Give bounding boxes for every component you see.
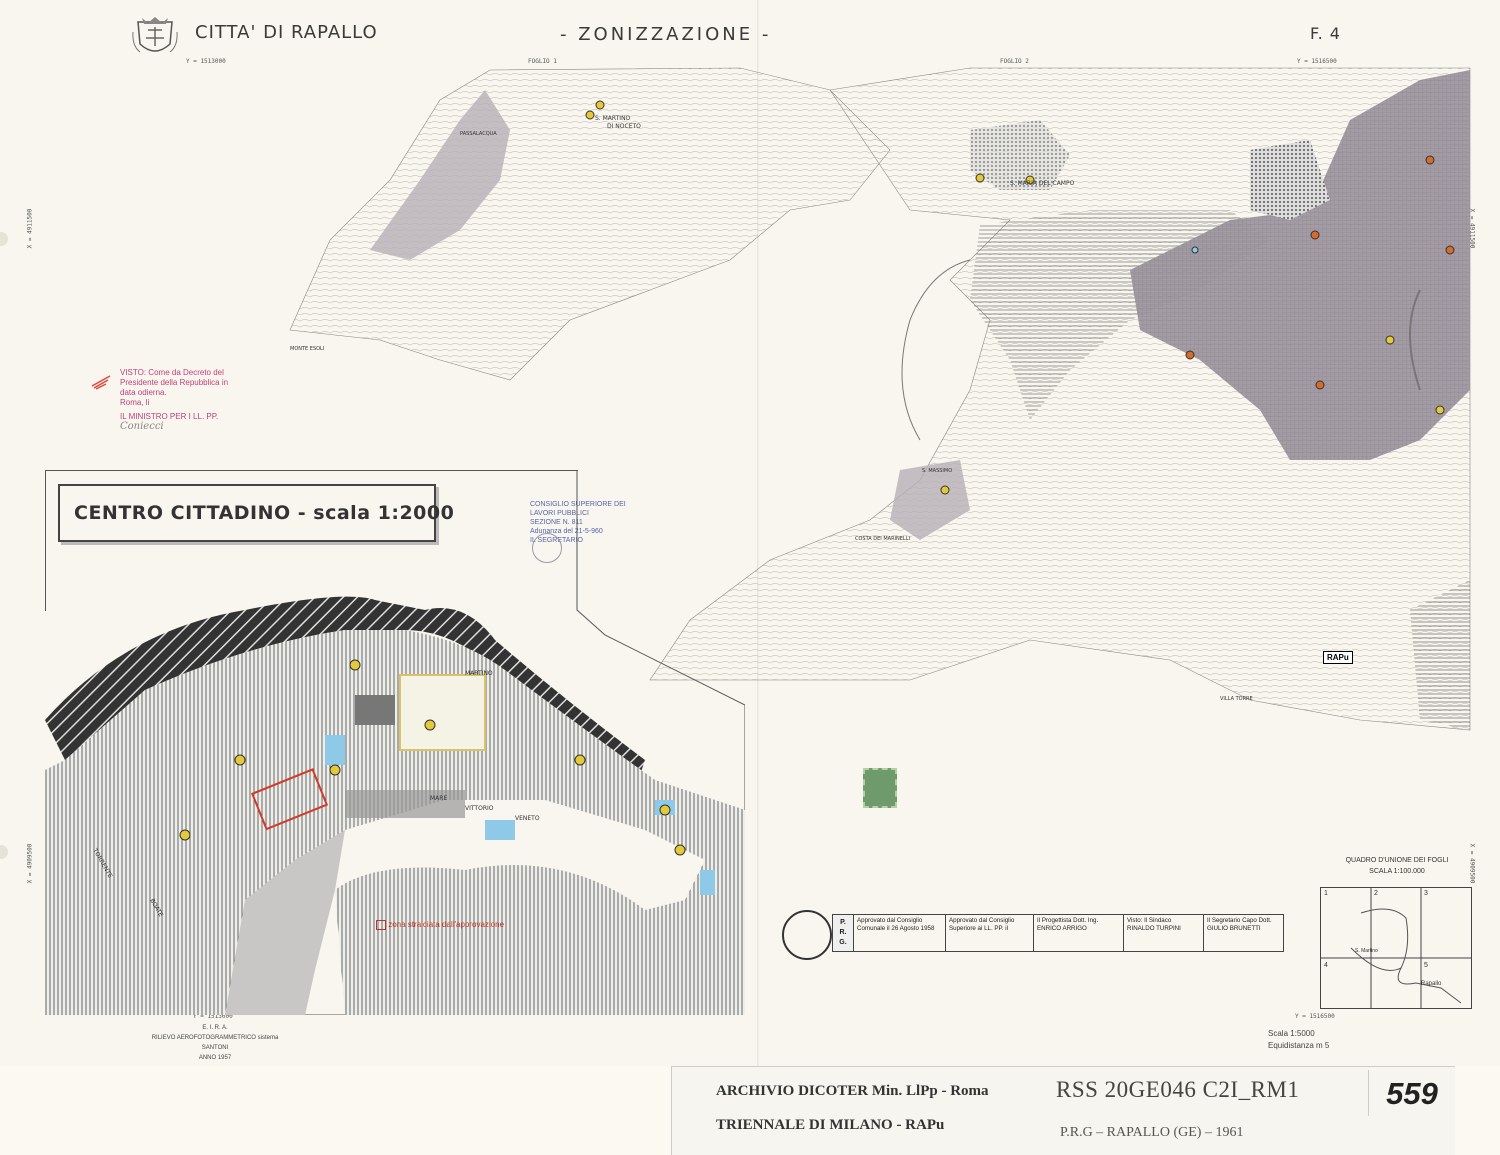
block-blue: [700, 870, 715, 895]
visto-stamp: VISTO: Come da Decreto del Presidente de…: [120, 368, 229, 432]
approval-cell: Approvato dal Consiglio Comunale il 26 A…: [853, 915, 945, 951]
archive-line-2: TRIENNALE DI MILANO - RAPu: [716, 1117, 945, 1133]
quadro-cell: 4: [1324, 962, 1328, 969]
approval-table: P. R. G. Approvato dal Consiglio Comunal…: [832, 914, 1284, 952]
block-gray: [355, 695, 395, 725]
quadro-box: 1 2 3 4 5 Rapallo S. Martino: [1320, 887, 1472, 1009]
approval-cell: Visto: Il Sindaco RINALDO TURPINI: [1123, 915, 1203, 951]
quadro-cell: 2: [1374, 890, 1378, 897]
place-label: MONTE ESOLI: [290, 346, 324, 352]
municipal-seal-icon: [782, 910, 832, 960]
excluded-zone-note: zona stralciata dall'approvazione: [376, 920, 504, 930]
red-mark-icon: [91, 375, 111, 390]
approval-cell: Approvato dal Consiglio Superiore ai LL.…: [945, 915, 1033, 951]
scale-note: Scala 1:5000 Equidistanza m 5: [1268, 1029, 1330, 1050]
coord-label: Y = 1513000: [186, 58, 226, 65]
quadro-town: S. Martino: [1355, 948, 1378, 954]
coord-label: X = 4909500: [26, 843, 34, 884]
red-square-icon: [376, 920, 386, 930]
sheet-number: F. 4: [1310, 24, 1341, 43]
block-church: [399, 674, 486, 751]
place-label: S. MASSIMO: [922, 468, 952, 474]
archive-subtitle: P.R.G – RAPALLO (GE) – 1961: [1060, 1125, 1244, 1140]
coord-label: X = 4909500: [1468, 843, 1476, 884]
archive-line-1: ARCHIVIO DICOTER Min. LlPp - Roma: [716, 1083, 989, 1099]
place-label: VILLA TORRE: [1220, 696, 1253, 702]
block-blue: [325, 735, 345, 765]
approval-cell: Il Progettista Dott. Ing. ENRICO ARRIGO: [1033, 915, 1123, 951]
quadro-title: QUADRO D'UNIONE DEI FOGLI SCALA 1:100.00…: [1345, 857, 1449, 875]
place-label: VITTORIO: [465, 805, 494, 812]
quadro-cell: 5: [1424, 962, 1428, 969]
quadro-cell: 3: [1424, 890, 1428, 897]
coord-label: Y = 1516500: [1295, 1013, 1335, 1020]
place-label: S. MARTINO: [595, 115, 631, 122]
quadro-cell: 1: [1324, 890, 1328, 897]
place-label: MARTINO: [465, 670, 493, 677]
place-label: S. MARIA DEL CAMPO: [1010, 180, 1075, 187]
quadro-town: Rapallo: [1421, 981, 1442, 987]
map-title: - ZONIZZAZIONE -: [560, 24, 772, 45]
place-label: PASSALACQUA: [460, 131, 497, 137]
city-crest-icon: [132, 17, 178, 53]
survey-credit: E. I. R. A. RILIEVO AEROFOTOGRAMMETRICO …: [151, 1025, 279, 1061]
archive-number: 559: [1368, 1070, 1455, 1116]
place-label: COSTA DEI MARINELLI: [855, 536, 910, 542]
inset-title: CENTRO CITTADINO - scala 1:2000: [74, 502, 455, 524]
prg-cell: P. R. G.: [833, 915, 853, 951]
coord-label: X = 4911500: [26, 208, 34, 249]
rapu-tag: RAPu: [1323, 651, 1353, 664]
approval-cell: Il Segretario Capo Dott. GIULIO BRUNETTI: [1203, 915, 1283, 951]
place-label: DI NOCETO: [607, 123, 641, 130]
block-blue: [485, 820, 515, 840]
centro-map: MARTINO MARE VITTORIO VENETO TORRENTE BO…: [45, 470, 745, 1015]
place-label: VENETO: [515, 815, 540, 822]
archive-code: RSS 20GE046 C2I_RM1: [1056, 1077, 1300, 1102]
place-label: MARE: [430, 795, 447, 802]
revenue-stamp-icon: [863, 768, 897, 808]
city-name: CITTA' DI RAPALLO: [195, 22, 378, 43]
